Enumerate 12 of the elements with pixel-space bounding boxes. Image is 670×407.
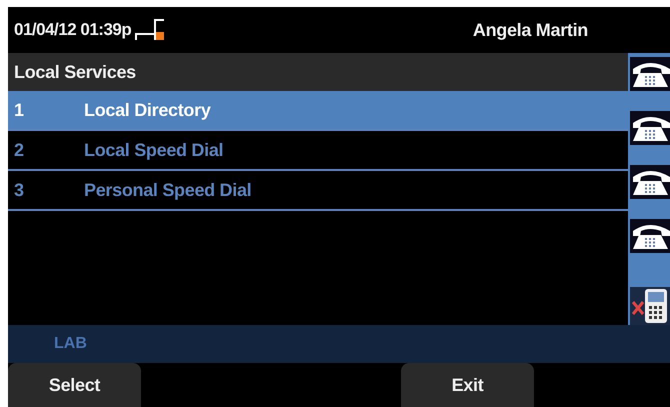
phone-icon[interactable] xyxy=(630,111,670,145)
menu-title: Local Services xyxy=(8,53,628,91)
status-text: LAB xyxy=(54,335,87,353)
user-name: Angela Martin xyxy=(472,20,588,40)
softkey[interactable]: Select xyxy=(8,363,141,407)
menu-item[interactable]: 1 Local Directory xyxy=(8,91,628,131)
mobile-disconnected-icon[interactable] xyxy=(630,287,670,325)
date-time: 01/04/12 01:39p xyxy=(14,20,132,40)
phone-icon[interactable] xyxy=(630,219,670,253)
softkey[interactable]: Exit xyxy=(401,363,534,407)
phone-icon[interactable] xyxy=(630,165,670,199)
phone-icon[interactable] xyxy=(630,57,670,91)
